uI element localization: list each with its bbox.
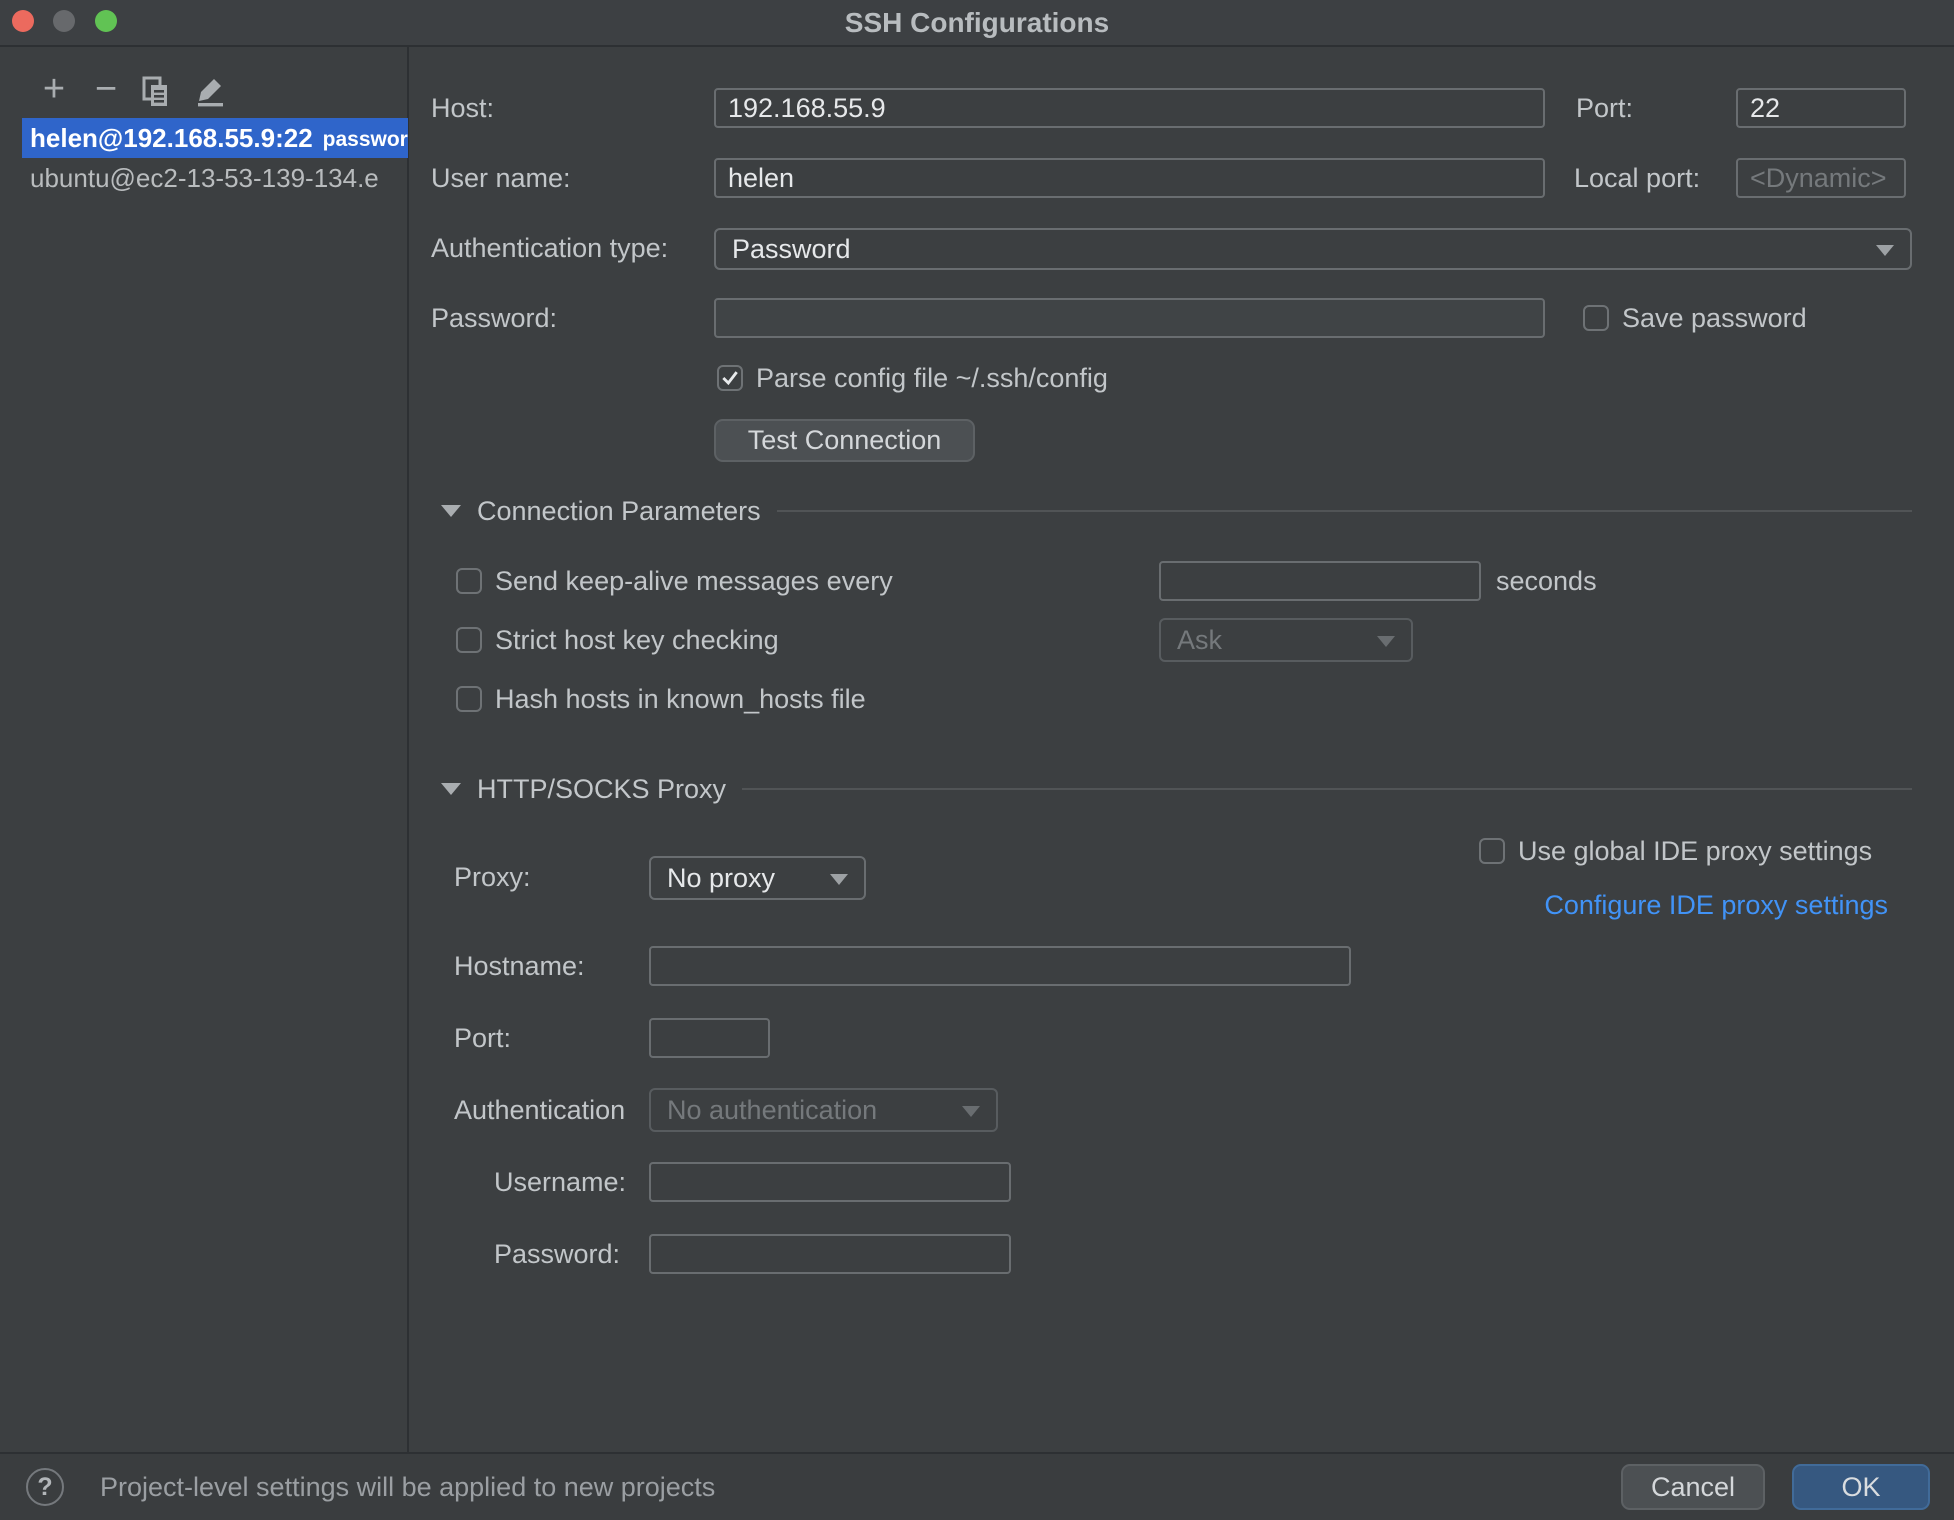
chevron-down-icon	[1876, 245, 1894, 256]
edit-config-icon[interactable]	[192, 76, 228, 112]
keep-alive-label: Send keep-alive messages every	[495, 566, 893, 596]
proxy-dropdown[interactable]: No proxy	[649, 856, 866, 900]
auth-type-dropdown[interactable]: Password	[714, 228, 1912, 270]
host-input[interactable]	[714, 88, 1545, 128]
connection-parameters-header[interactable]: Connection Parameters	[441, 491, 1912, 531]
config-badge: password	[322, 128, 408, 151]
configure-ide-proxy-link[interactable]: Configure IDE proxy settings	[1544, 885, 1888, 925]
help-icon[interactable]: ?	[26, 1468, 64, 1506]
hash-hosts-label: Hash hosts in known_hosts file	[495, 684, 866, 714]
keep-alive-seconds-input[interactable]	[1159, 561, 1481, 601]
section-title: Connection Parameters	[477, 495, 761, 526]
proxy-section-header[interactable]: HTTP/SOCKS Proxy	[441, 769, 1912, 809]
status-text: Project-level settings will be applied t…	[100, 1472, 716, 1502]
proxy-auth-label: Authentication	[454, 1095, 626, 1125]
port-input[interactable]	[1736, 88, 1906, 128]
password-label: Password:	[431, 303, 558, 333]
section-line	[776, 510, 1912, 512]
proxy-username-label: Username:	[494, 1167, 627, 1197]
use-global-proxy-checkbox[interactable]	[1479, 838, 1505, 864]
cancel-button[interactable]: Cancel	[1621, 1464, 1765, 1510]
save-password-checkbox[interactable]	[1583, 305, 1609, 331]
keep-alive-checkbox[interactable]	[456, 568, 482, 594]
proxy-username-input[interactable]	[649, 1162, 1011, 1202]
hash-hosts-checkbox[interactable]	[456, 686, 482, 712]
proxy-port-label: Port:	[454, 1023, 512, 1053]
sidebar-item-ubuntu[interactable]: ubuntu@ec2-13-53-139-134.e	[0, 158, 407, 198]
proxy-port-input[interactable]	[649, 1018, 770, 1058]
collapse-arrow-icon	[441, 505, 461, 517]
sidebar-item-helen[interactable]: helen@192.168.55.9:22 password	[22, 118, 408, 158]
add-config-button[interactable]: +	[36, 70, 72, 108]
proxy-value: No proxy	[667, 862, 776, 893]
strict-host-key-label: Strict host key checking	[495, 625, 779, 655]
remove-config-button[interactable]: −	[88, 70, 124, 108]
ok-button[interactable]: OK	[1792, 1464, 1930, 1510]
strict-host-key-dropdown[interactable]: Ask	[1159, 618, 1413, 662]
local-port-label: Local port:	[1574, 163, 1701, 193]
proxy-password-label: Password:	[494, 1239, 621, 1269]
section-line	[742, 788, 1912, 790]
seconds-label: seconds	[1496, 566, 1597, 596]
ssh-configurations-dialog: SSH Configurations + − helen@192.168.55.…	[0, 0, 1954, 1520]
host-label: Host:	[431, 93, 495, 123]
zoom-window-button[interactable]	[95, 10, 117, 32]
chevron-down-icon	[830, 874, 848, 885]
save-password-label: Save password	[1622, 303, 1807, 333]
proxy-password-input[interactable]	[649, 1234, 1011, 1274]
check-icon	[722, 371, 738, 386]
proxy-hostname-input[interactable]	[649, 946, 1351, 986]
local-port-input[interactable]	[1736, 158, 1906, 198]
strict-host-key-checkbox[interactable]	[456, 627, 482, 653]
chevron-down-icon	[962, 1106, 980, 1117]
sidebar-divider	[407, 47, 409, 1452]
window-title: SSH Configurations	[844, 7, 1110, 38]
use-global-proxy-label: Use global IDE proxy settings	[1518, 836, 1873, 866]
user-name-label: User name:	[431, 163, 571, 193]
test-connection-button[interactable]: Test Connection	[714, 419, 975, 462]
footer-bar: ? Project-level settings will be applied…	[0, 1452, 1954, 1520]
strict-host-key-value: Ask	[1177, 624, 1223, 655]
collapse-arrow-icon	[441, 783, 461, 795]
port-label: Port:	[1576, 93, 1634, 123]
chevron-down-icon	[1377, 636, 1395, 647]
auth-type-value: Password	[732, 233, 851, 264]
minimize-window-button[interactable]	[53, 10, 75, 32]
close-window-button[interactable]	[12, 10, 34, 32]
password-input[interactable]	[714, 298, 1545, 338]
proxy-hostname-label: Hostname:	[454, 951, 585, 981]
parse-config-label: Parse config file ~/.ssh/config	[756, 363, 1108, 393]
auth-type-label: Authentication type:	[431, 233, 669, 263]
copy-config-icon[interactable]	[138, 76, 174, 112]
parse-config-checkbox[interactable]	[717, 365, 743, 391]
section-title: HTTP/SOCKS Proxy	[477, 773, 727, 804]
proxy-label: Proxy:	[454, 862, 531, 892]
titlebar: SSH Configurations	[0, 0, 1954, 47]
proxy-auth-value: No authentication	[667, 1094, 878, 1125]
config-name: helen@192.168.55.9:22	[30, 122, 313, 153]
user-name-input[interactable]	[714, 158, 1545, 198]
proxy-auth-dropdown[interactable]: No authentication	[649, 1088, 998, 1132]
